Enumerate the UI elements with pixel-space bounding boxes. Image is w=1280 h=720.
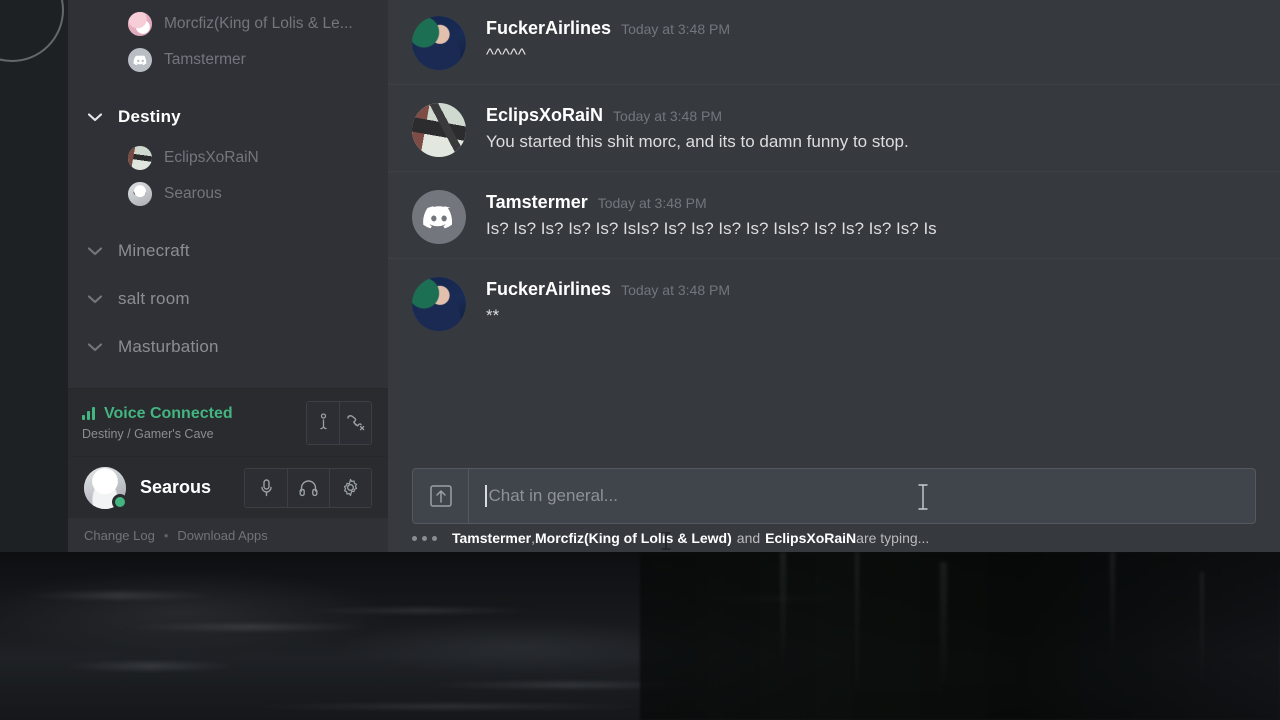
chevron-down-icon <box>84 240 106 262</box>
voice-member-name: EclipsXoRaiN <box>164 149 259 166</box>
voice-member[interactable]: EclipsXoRaiN <box>68 140 388 176</box>
message-author[interactable]: FuckerAirlines <box>486 279 611 300</box>
message-row: FuckerAirlines Today at 3:48 PM ** <box>388 258 1280 345</box>
message-text: ^^^^^ <box>486 45 526 64</box>
message-input-placeholder: Chat in general... <box>488 486 618 505</box>
message-text: ** <box>486 306 500 325</box>
message-timestamp: Today at 3:48 PM <box>621 21 731 37</box>
typing-conjunction: and <box>736 530 761 546</box>
chevron-down-icon <box>84 106 106 128</box>
voice-member-name: Tamstermer <box>164 51 246 68</box>
channel-sidebar: Morcfiz(King of Lolis & Le... Tamstermer… <box>68 0 388 552</box>
message-row: Tamstermer Today at 3:48 PM Is? Is? Is? … <box>388 171 1280 258</box>
upload-arrow-icon[interactable] <box>413 469 469 523</box>
desktop-wallpaper <box>0 552 1280 720</box>
typing-tail-text: are typing... <box>856 530 930 546</box>
ibeam-cursor <box>917 483 929 511</box>
server-rail[interactable] <box>0 0 68 552</box>
gear-icon[interactable] <box>329 468 371 507</box>
voice-channel-location: Destiny / Gamer's Cave <box>82 426 214 441</box>
voice-member[interactable]: Tamstermer <box>68 42 388 78</box>
message-row: FuckerAirlines Today at 3:48 PM ^^^^^ <box>388 0 1280 84</box>
avatar[interactable] <box>412 277 466 331</box>
server-selected-indicator <box>0 0 64 62</box>
chevron-down-icon <box>84 336 106 358</box>
message-composer[interactable]: Chat in general... <box>412 468 1256 524</box>
sidebar-footer: Change Log • Download Apps <box>68 518 388 552</box>
typing-user-3: EclipsXoRaiN <box>765 530 857 546</box>
message-author[interactable]: FuckerAirlines <box>486 18 611 39</box>
voice-member-name: Morcfiz(King of Lolis & Le... <box>164 15 353 32</box>
discord-clyde-icon <box>133 55 146 65</box>
avatar[interactable] <box>412 16 466 70</box>
avatar[interactable] <box>84 466 128 510</box>
message-timestamp: Today at 3:48 PM <box>613 108 722 124</box>
avatar <box>128 182 152 206</box>
discord-window: Morcfiz(King of Lolis & Le... Tamstermer… <box>0 0 1280 720</box>
category-label: Masturbation <box>118 337 219 356</box>
avatar <box>128 146 152 170</box>
headphones-icon[interactable] <box>287 468 329 507</box>
channel-category-minecraft[interactable]: Minecraft <box>68 234 388 268</box>
avatar <box>128 12 152 36</box>
message-text: You started this shit morc, and its to d… <box>486 132 909 151</box>
message-author[interactable]: Tamstermer <box>486 192 588 213</box>
presence-online-indicator <box>112 493 128 510</box>
user-panel: Searous <box>68 456 388 518</box>
channel-category-salt-room[interactable]: salt room <box>68 282 388 316</box>
text-caret <box>485 485 487 507</box>
voice-connected-panel: Voice Connected Destiny / Gamer's Cave <box>68 388 388 456</box>
message-author[interactable]: EclipsXoRaiN <box>486 105 603 126</box>
avatar[interactable] <box>412 103 466 157</box>
category-label: salt room <box>118 289 190 308</box>
phone-hangup-icon[interactable] <box>339 401 371 444</box>
voice-member-name: Searous <box>164 185 222 202</box>
discord-clyde-icon <box>423 205 453 228</box>
category-label: Destiny <box>118 107 181 126</box>
message-list[interactable]: FuckerAirlines Today at 3:48 PM ^^^^^ Ec… <box>388 0 1280 460</box>
category-label: Minecraft <box>118 241 190 260</box>
wallpaper-trees <box>640 552 1280 720</box>
composer-container: Chat in general... <box>388 460 1280 524</box>
channel-category-destiny[interactable]: Destiny <box>68 100 388 134</box>
channel-list[interactable]: Morcfiz(King of Lolis & Le... Tamstermer… <box>68 0 388 388</box>
channel-category-masturbation[interactable]: Masturbation <box>68 330 388 364</box>
message-input[interactable]: Chat in general... <box>469 469 1255 523</box>
avatar[interactable] <box>412 190 466 244</box>
message-timestamp: Today at 3:48 PM <box>597 195 707 211</box>
typing-dots-icon <box>412 535 442 541</box>
download-apps-link[interactable]: Download Apps <box>177 528 267 543</box>
footer-separator: • <box>163 527 169 543</box>
voice-member[interactable]: Morcfiz(King of Lolis & Le... <box>68 6 388 42</box>
chat-main: FuckerAirlines Today at 3:48 PM ^^^^^ Ec… <box>388 0 1280 552</box>
avatar <box>128 48 152 72</box>
signal-bars-icon <box>82 407 97 420</box>
message-text: Is? Is? Is? Is? Is? IsIs? Is? Is? Is? Is… <box>486 219 937 238</box>
typing-user-1: Tamstermer <box>452 530 532 546</box>
mouse-ibeam-cursor <box>660 531 672 551</box>
current-username: Searous <box>140 477 212 497</box>
typing-user-2: Morcfiz(King of Lolis & Lewd) <box>535 530 732 546</box>
voice-status-label: Voice Connected <box>104 404 233 422</box>
voice-member[interactable]: Searous <box>68 176 388 212</box>
typing-indicator: Tamstermer, Morcfiz(King of Lolis & Lewd… <box>388 524 1280 552</box>
change-log-link[interactable]: Change Log <box>84 528 155 543</box>
info-icon[interactable] <box>307 401 339 444</box>
microphone-icon[interactable] <box>245 468 287 507</box>
message-timestamp: Today at 3:48 PM <box>621 282 731 298</box>
message-row: EclipsXoRaiN Today at 3:48 PM You starte… <box>388 84 1280 171</box>
chevron-down-icon <box>84 288 106 310</box>
